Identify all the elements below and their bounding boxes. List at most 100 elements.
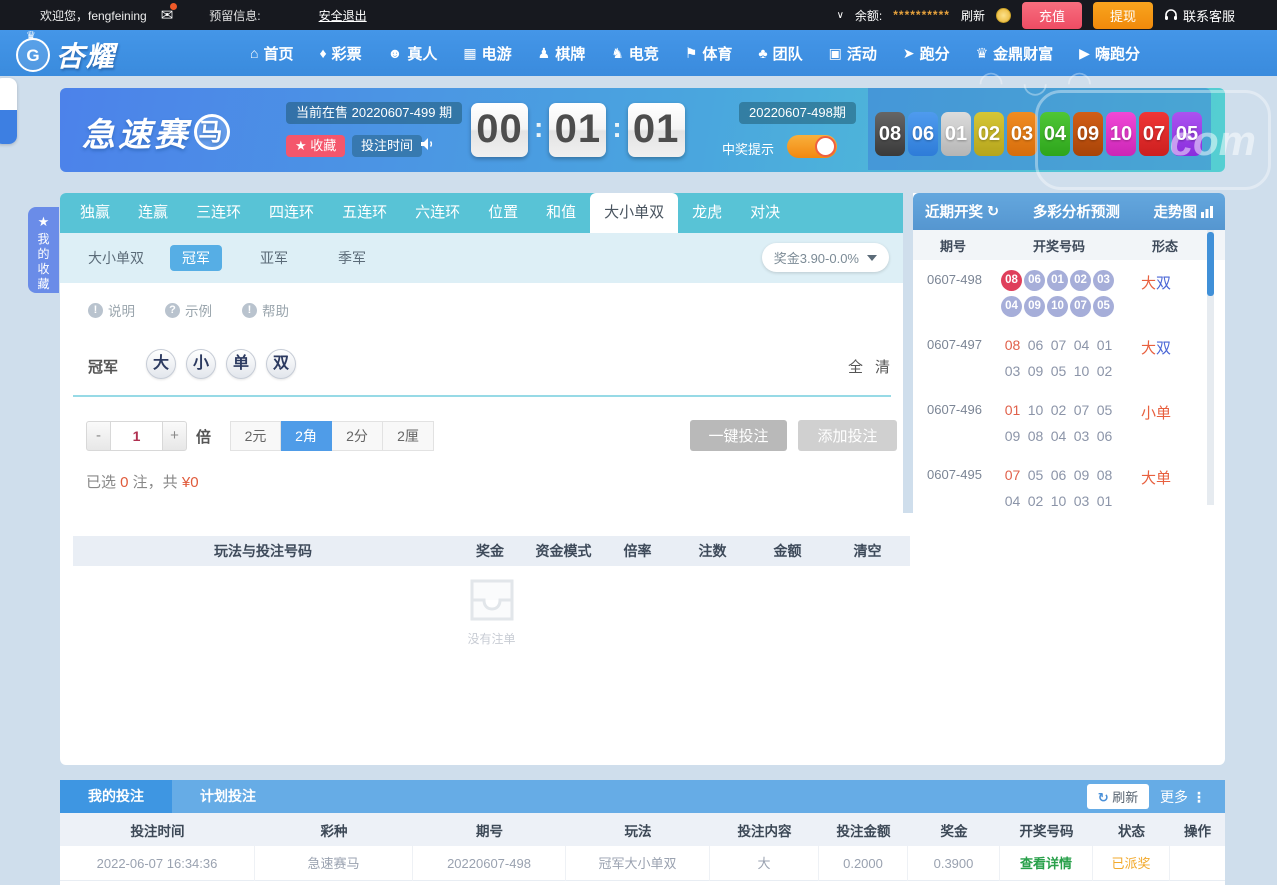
logout-link[interactable]: 安全退出 [319, 7, 367, 24]
result-number-tile: 08 [875, 112, 905, 156]
bets-cell-1: 2022-06-07 16:34:36 [60, 845, 255, 881]
chart-icon [1201, 205, 1213, 218]
clock-colon: : [612, 112, 622, 143]
play-tab-五连环[interactable]: 五连环 [328, 193, 401, 233]
nav-item-8[interactable]: ♣ 团队 [758, 43, 802, 64]
contact-support-link[interactable]: 联系客服 [1164, 6, 1235, 25]
brand-logo[interactable]: ♛ G 杏耀 [16, 30, 116, 75]
nav-item-5[interactable]: ♟ 棋牌 [538, 43, 586, 64]
slip-col-7: 清空 [853, 543, 882, 559]
result-number-tile: 05 [1172, 112, 1202, 156]
nav-item-4[interactable]: ▦ 电游 [463, 43, 511, 64]
scrollbar-thumb[interactable] [1207, 232, 1214, 296]
nav-menu: ⌂ 首页 ♦ 彩票 ☻ 真人 ▦ 电游 ♟ 棋牌 ♞ 电竞 ⚑ 体育 ♣ 团队 ▣ 活动 ➤ 跑分 ♛ 金鼎财富 ▶ 嗨跑分 [250, 30, 1140, 76]
help-link-示例[interactable]: ? 示例 [165, 300, 212, 320]
result-numbers: 08 06 01 02 03 04 09 10 07 05 [875, 112, 1202, 156]
recent-tab-1[interactable]: 近期开奖 ↻ [925, 201, 999, 222]
stepper-plus-button[interactable]: + [162, 421, 187, 451]
envelope-icon[interactable]: ✉ [161, 3, 178, 24]
nav-item-11[interactable]: ♛ 金鼎财富 [976, 43, 1054, 64]
withdraw-button[interactable]: 提现 [1092, 1, 1153, 29]
panel-gap [903, 193, 913, 513]
slip-col-5: 注数 [698, 543, 727, 559]
play-tab-独赢[interactable]: 独赢 [66, 193, 124, 233]
nav-item-3[interactable]: ☻ 真人 [388, 43, 438, 64]
bets-cell-10 [1170, 846, 1225, 881]
recent-tab-2[interactable]: 多彩分析预测 [1033, 201, 1120, 222]
my-bets-tab-计划投注[interactable]: 计划投注 [172, 780, 284, 813]
current-issue-badge: 当前在售 20220607-499 期 [286, 102, 463, 124]
slip-col-2: 奖金 [476, 543, 504, 559]
balance-caret-icon[interactable]: ∨ [837, 10, 844, 21]
play-tab-连赢[interactable]: 连赢 [124, 193, 182, 233]
stepper-minus-button[interactable]: - [86, 421, 111, 451]
bets-col-1: 投注时间 [130, 823, 185, 839]
unit-button-2厘[interactable]: 2厘 [383, 421, 434, 451]
add-bet-button[interactable]: 添加投注 [798, 420, 897, 451]
pick-option-小[interactable]: 小 [186, 349, 216, 379]
section-divider [73, 395, 891, 397]
help-label: 示例 [185, 304, 212, 319]
my-favorites-tab[interactable]: ★ 我的收藏 [28, 207, 59, 293]
win-tip-toggle[interactable] [787, 135, 837, 158]
nav-item-6[interactable]: ♞ 电竞 [611, 43, 659, 64]
coin-icon[interactable] [995, 7, 1011, 23]
brand-emblem-icon: G [16, 38, 50, 72]
nav-item-12[interactable]: ▶ 嗨跑分 [1079, 43, 1140, 64]
recent-tab-3[interactable]: 走势图 [1154, 201, 1213, 222]
recent-result-row: 0607-495 07 05 06 09 08 04 02 10 03 01 大单 [913, 455, 1207, 520]
balance-refresh-link[interactable]: 刷新 [961, 7, 985, 24]
clock-digits-mm: 01 [549, 103, 607, 157]
clock-colon: : [534, 112, 544, 143]
pick-option-双[interactable]: 双 [266, 349, 296, 379]
game-logo: 急速赛 马 [82, 108, 230, 156]
more-label: 更多 [1160, 789, 1188, 805]
pick-option-单[interactable]: 单 [226, 349, 256, 379]
bets-col-10: 操作 [1184, 823, 1211, 839]
unit-button-2元[interactable]: 2元 [230, 421, 281, 451]
favorite-button[interactable]: ★ 收藏 [286, 135, 346, 157]
position-pill-季军[interactable]: 季军 [326, 245, 378, 271]
nav-item-9[interactable]: ▣ 活动 [829, 43, 877, 64]
help-link-帮助[interactable]: ! 帮助 [242, 300, 289, 320]
position-pill-亚军[interactable]: 亚军 [248, 245, 300, 271]
play-tab-三连环[interactable]: 三连环 [182, 193, 255, 233]
play-tab-龙虎[interactable]: 龙虎 [678, 193, 736, 233]
odds-dropdown[interactable]: 奖金3.90-0.0% [761, 243, 889, 272]
unit-button-2角[interactable]: 2角 [281, 421, 332, 451]
play-tab-对决[interactable]: 对决 [736, 193, 794, 233]
my-bets-refresh-button[interactable]: ↻ 刷新 [1087, 784, 1149, 809]
one-key-bet-button[interactable]: 一键投注 [690, 420, 787, 451]
wealth-icon: ♛ [975, 44, 989, 61]
slip-col-6: 金额 [773, 543, 802, 559]
bet-time-button[interactable]: 投注时间 [352, 135, 423, 157]
nav-item-2[interactable]: ♦ 彩票 [319, 43, 361, 64]
my-bets-table-row: 2022-06-07 16:34:36 急速赛马 20220607-498 冠军大小单… [60, 845, 1225, 881]
pick-option-大[interactable]: 大 [146, 349, 176, 379]
multiplier-input[interactable] [111, 421, 162, 451]
speaker-icon[interactable] [420, 137, 436, 156]
result-number: 07 [1050, 337, 1067, 353]
nav-item-1[interactable]: ⌂ 首页 [250, 43, 293, 64]
bets-col-4: 玩法 [624, 823, 652, 839]
play-tab-六连环[interactable]: 六连环 [401, 193, 474, 233]
esports-icon: ♞ [611, 44, 624, 61]
play-tab-四连环[interactable]: 四连环 [255, 193, 328, 233]
unit-button-2分[interactable]: 2分 [332, 421, 383, 451]
view-details-link[interactable]: 查看详情 [1020, 856, 1072, 871]
play-tab-位置[interactable]: 位置 [474, 193, 532, 233]
play-tab-大小单双[interactable]: 大小单双 [590, 193, 679, 233]
help-link-说明[interactable]: ! 说明 [88, 300, 135, 320]
select-all-button[interactable]: 全 [848, 356, 863, 377]
my-bets-tab-我的投注[interactable]: 我的投注 [60, 780, 172, 813]
play-tab-和值[interactable]: 和值 [532, 193, 590, 233]
clear-button[interactable]: 清 [875, 356, 890, 377]
floating-widget-partial[interactable] [0, 78, 17, 144]
result-numbers-line2: 09 08 04 03 06 [1001, 423, 1207, 449]
nav-item-10[interactable]: ➤ 跑分 [903, 43, 950, 64]
recharge-button[interactable]: 充值 [1021, 1, 1082, 29]
more-button[interactable]: 更多 ⋮ [1160, 787, 1206, 807]
position-pill-冠军[interactable]: 冠军 [170, 245, 222, 271]
nav-item-7[interactable]: ⚑ 体育 [685, 43, 733, 64]
result-ball: 08 [1001, 269, 1022, 291]
